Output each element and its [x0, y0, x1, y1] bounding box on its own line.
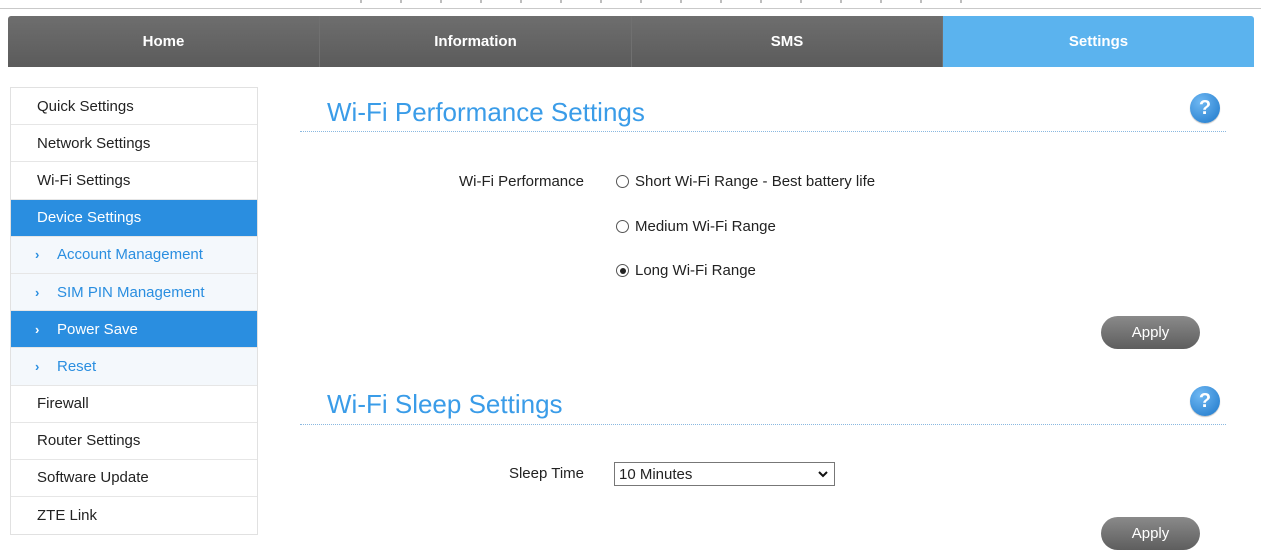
performance-apply-button[interactable]: Apply: [1101, 316, 1200, 349]
tab-home[interactable]: Home: [8, 16, 320, 67]
sidebar-item-zte-link[interactable]: ZTE Link: [11, 497, 257, 535]
sidebar-item-label: Quick Settings: [37, 97, 134, 115]
help-icon[interactable]: ?: [1190, 93, 1220, 123]
select-value: 10 Minutes: [619, 465, 693, 483]
sidebar-item-firewall[interactable]: Firewall: [11, 385, 257, 423]
sidebar: Quick Settings Network Settings Wi-Fi Se…: [10, 87, 258, 536]
sidebar-item-label: SIM PIN Management: [57, 283, 205, 301]
sidebar-item-label: Power Save: [57, 320, 138, 338]
sidebar-item-label: Router Settings: [37, 432, 141, 450]
tab-sms[interactable]: SMS: [632, 16, 943, 67]
dropdown-caret-icon: [818, 471, 828, 478]
radio-long-range[interactable]: Long Wi-Fi Range: [616, 262, 756, 279]
chevron-right-icon: ›: [35, 321, 40, 337]
sidebar-subitem-sim-pin-management[interactable]: › SIM PIN Management: [11, 273, 257, 312]
tab-settings-label: Settings: [1068, 33, 1129, 50]
sleep-time-label: Sleep Time: [508, 465, 584, 482]
top-decoration: [0, 0, 1261, 14]
radio-medium-range[interactable]: Medium Wi-Fi Range: [616, 218, 776, 235]
performance-divider: [300, 131, 1226, 132]
radio-label: Medium Wi-Fi Range: [635, 218, 776, 235]
sidebar-item-device-settings[interactable]: Device Settings: [11, 199, 257, 237]
tab-information-label: Information: [434, 33, 517, 50]
sleep-section-title: Wi-Fi Sleep Settings: [327, 389, 563, 419]
tab-information[interactable]: Information: [320, 16, 632, 67]
sleep-time-select[interactable]: 10 Minutes: [614, 462, 835, 486]
radio-label: Long Wi-Fi Range: [635, 262, 756, 279]
sidebar-subitem-reset[interactable]: › Reset: [11, 348, 257, 386]
sleep-divider: [300, 424, 1226, 425]
sidebar-item-label: Device Settings: [37, 209, 142, 227]
sidebar-item-software-update[interactable]: Software Update: [11, 459, 257, 498]
radio-short-range[interactable]: Short Wi-Fi Range - Best battery life: [616, 173, 875, 190]
sidebar-item-quick-settings[interactable]: Quick Settings: [11, 88, 257, 126]
chevron-right-icon: ›: [35, 284, 40, 300]
tab-home-label: Home: [142, 33, 185, 50]
sidebar-item-label: Software Update: [37, 469, 149, 487]
performance-section-title: Wi-Fi Performance Settings: [327, 97, 645, 127]
chevron-right-icon: ›: [35, 247, 40, 263]
sidebar-item-network-settings[interactable]: Network Settings: [11, 125, 257, 163]
sidebar-item-label: Wi-Fi Settings: [37, 171, 131, 189]
sidebar-subitem-account-management[interactable]: › Account Management: [11, 236, 257, 274]
sleep-apply-button[interactable]: Apply: [1101, 517, 1200, 550]
radio-button[interactable]: [616, 175, 629, 188]
sidebar-item-label: Firewall: [37, 395, 89, 413]
sidebar-subitem-power-save[interactable]: › Power Save: [11, 311, 257, 349]
chevron-right-icon: ›: [35, 358, 40, 374]
radio-button[interactable]: [616, 220, 629, 233]
radio-label: Short Wi-Fi Range - Best battery life: [635, 173, 876, 190]
wifi-performance-label: Wi-Fi Performance: [458, 173, 584, 190]
radio-button-selected[interactable]: [616, 264, 629, 277]
help-icon[interactable]: ?: [1190, 386, 1220, 416]
tab-sms-label: SMS: [770, 33, 804, 50]
sidebar-item-label: Reset: [57, 357, 97, 375]
main-nav: Home Information SMS Settings: [8, 16, 1254, 67]
tab-settings[interactable]: Settings: [943, 16, 1254, 67]
sidebar-item-label: ZTE Link: [37, 507, 98, 525]
sidebar-item-router-settings[interactable]: Router Settings: [11, 422, 257, 460]
sidebar-item-label: Network Settings: [37, 134, 151, 152]
sidebar-item-label: Account Management: [57, 246, 203, 264]
sidebar-item-wifi-settings[interactable]: Wi-Fi Settings: [11, 162, 257, 200]
